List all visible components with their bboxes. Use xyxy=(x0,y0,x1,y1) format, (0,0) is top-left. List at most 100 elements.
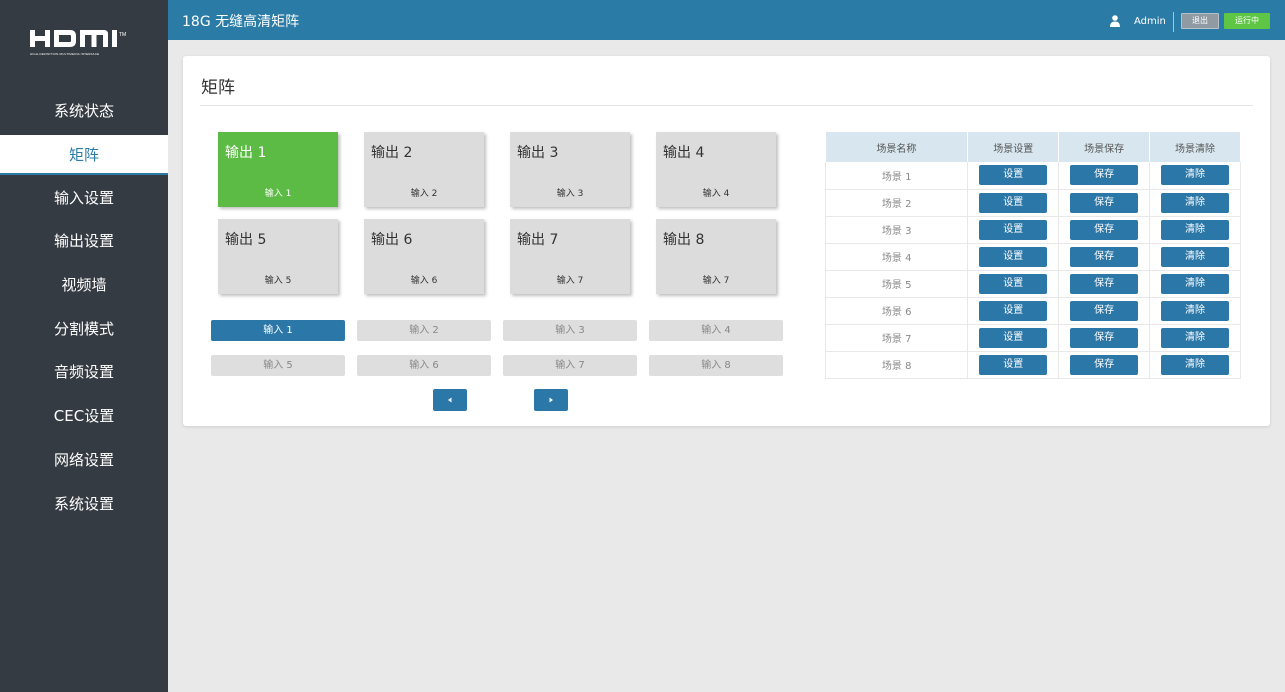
scene-clear-button[interactable]: 清除 xyxy=(1161,246,1230,267)
output-name: 输出 7 xyxy=(517,232,559,248)
output-tile[interactable]: 输出 2 输入 2 xyxy=(364,132,484,207)
scene-name: 场景 6 xyxy=(824,297,969,325)
output-tile[interactable]: 输出 4 输入 4 xyxy=(656,132,776,207)
scene-save-button[interactable]: 保存 xyxy=(1070,246,1139,267)
scene-clear-button[interactable]: 清除 xyxy=(1161,192,1230,213)
assigned-input: 输入 7 xyxy=(702,276,730,286)
prev-page-button[interactable] xyxy=(433,389,467,411)
input-button[interactable]: 输入 7 xyxy=(503,355,637,376)
scene-clear-button[interactable]: 清除 xyxy=(1161,273,1230,294)
table-cell: 保存 xyxy=(1058,270,1151,298)
divider xyxy=(200,105,1253,106)
output-name: 输出 2 xyxy=(371,145,413,161)
sidebar-item[interactable]: 系统设置 xyxy=(0,483,168,527)
table-cell: 保存 xyxy=(1058,351,1151,379)
scene-save-button[interactable]: 保存 xyxy=(1070,354,1139,375)
table-cell: 保存 xyxy=(1058,216,1151,244)
table-row: 场景 8 设置 保存 清除 xyxy=(824,351,1241,379)
table-cell: 设置 xyxy=(967,189,1060,217)
scene-name: 场景 2 xyxy=(824,189,969,217)
assigned-input: 输入 5 xyxy=(264,276,292,286)
assigned-input: 输入 2 xyxy=(410,189,438,199)
column-header: 场景清除 xyxy=(1149,132,1241,162)
scene-set-button[interactable]: 设置 xyxy=(979,165,1048,186)
output-tile[interactable]: 输出 3 输入 3 xyxy=(510,132,630,207)
table-cell: 清除 xyxy=(1149,189,1241,217)
sidebar-item[interactable]: 输出设置 xyxy=(0,220,168,264)
sidebar-item[interactable]: 输入设置 xyxy=(0,177,168,221)
input-button[interactable]: 输入 1 xyxy=(211,320,345,341)
output-name: 输出 5 xyxy=(225,232,267,248)
input-button[interactable]: 输入 2 xyxy=(357,320,491,341)
scene-save-button[interactable]: 保存 xyxy=(1070,327,1139,348)
scene-name: 场景 1 xyxy=(824,162,969,190)
scene-clear-button[interactable]: 清除 xyxy=(1161,219,1230,240)
table-cell: 设置 xyxy=(967,270,1060,298)
sidebar-item[interactable]: 音频设置 xyxy=(0,351,168,395)
input-button[interactable]: 输入 5 xyxy=(211,355,345,376)
table-row: 场景 2 设置 保存 清除 xyxy=(824,189,1241,217)
scene-save-button[interactable]: 保存 xyxy=(1070,165,1139,186)
scene-set-button[interactable]: 设置 xyxy=(979,273,1048,294)
scene-save-button[interactable]: 保存 xyxy=(1070,300,1139,321)
scene-clear-button[interactable]: 清除 xyxy=(1161,327,1230,348)
assigned-input: 输入 7 xyxy=(556,276,584,286)
scene-name: 场景 3 xyxy=(824,216,969,244)
table-cell: 设置 xyxy=(967,162,1060,190)
table-cell: 清除 xyxy=(1149,216,1241,244)
table-cell: 设置 xyxy=(967,324,1060,352)
table-row: 场景 1 设置 保存 清除 xyxy=(824,162,1241,190)
assigned-input: 输入 6 xyxy=(410,276,438,286)
input-button[interactable]: 输入 6 xyxy=(357,355,491,376)
sidebar-item[interactable]: CEC设置 xyxy=(0,395,168,439)
table-row: 场景 5 设置 保存 清除 xyxy=(824,270,1241,298)
user-name: Admin xyxy=(1134,16,1166,27)
next-page-button[interactable] xyxy=(534,389,568,411)
caret-left-icon xyxy=(448,397,452,403)
output-tile[interactable]: 输出 7 输入 7 xyxy=(510,219,630,294)
top-bar: 18G 无缝高清矩阵 Admin 退出 运行中 xyxy=(168,0,1285,40)
page-title: 矩阵 xyxy=(201,78,235,98)
table-cell: 设置 xyxy=(967,243,1060,271)
sidebar-item[interactable]: 网络设置 xyxy=(0,439,168,483)
scene-save-button[interactable]: 保存 xyxy=(1070,219,1139,240)
table-cell: 清除 xyxy=(1149,351,1241,379)
input-button[interactable]: 输入 8 xyxy=(649,355,783,376)
scene-save-button[interactable]: 保存 xyxy=(1070,192,1139,213)
table-cell: 清除 xyxy=(1149,162,1241,190)
scene-set-button[interactable]: 设置 xyxy=(979,300,1048,321)
user-icon xyxy=(1110,15,1120,27)
output-tile[interactable]: 输出 8 输入 7 xyxy=(656,219,776,294)
output-name: 输出 1 xyxy=(225,145,267,161)
table-cell: 保存 xyxy=(1058,243,1151,271)
scene-clear-button[interactable]: 清除 xyxy=(1161,354,1230,375)
scene-clear-button[interactable]: 清除 xyxy=(1161,300,1230,321)
input-button[interactable]: 输入 3 xyxy=(503,320,637,341)
scene-set-button[interactable]: 设置 xyxy=(979,246,1048,267)
output-tile[interactable]: 输出 5 输入 5 xyxy=(218,219,338,294)
divider xyxy=(1173,12,1174,32)
scene-clear-button[interactable]: 清除 xyxy=(1161,165,1230,186)
output-name: 输出 8 xyxy=(663,232,705,248)
scene-set-button[interactable]: 设置 xyxy=(979,219,1048,240)
status-badge: 运行中 xyxy=(1224,13,1270,29)
table-cell: 保存 xyxy=(1058,324,1151,352)
output-tile[interactable]: 输出 1 输入 1 xyxy=(218,132,338,207)
input-button[interactable]: 输入 4 xyxy=(649,320,783,341)
scene-save-button[interactable]: 保存 xyxy=(1070,273,1139,294)
sidebar-item[interactable]: 矩阵 xyxy=(0,134,168,175)
sidebar-item[interactable]: 系统状态 xyxy=(0,90,168,134)
scene-name: 场景 8 xyxy=(824,351,969,379)
scene-set-button[interactable]: 设置 xyxy=(979,327,1048,348)
hdmi-logo-icon: TM xyxy=(30,30,126,47)
sidebar-item[interactable]: 分割模式 xyxy=(0,308,168,352)
logout-button[interactable]: 退出 xyxy=(1181,13,1219,29)
scene-set-button[interactable]: 设置 xyxy=(979,192,1048,213)
column-header: 场景保存 xyxy=(1058,132,1151,162)
sidebar-item[interactable]: 视频墙 xyxy=(0,264,168,308)
table-cell: 设置 xyxy=(967,216,1060,244)
table-row: 场景 6 设置 保存 清除 xyxy=(824,297,1241,325)
scene-set-button[interactable]: 设置 xyxy=(979,354,1048,375)
app-title: 18G 无缝高清矩阵 xyxy=(182,14,300,30)
output-tile[interactable]: 输出 6 输入 6 xyxy=(364,219,484,294)
